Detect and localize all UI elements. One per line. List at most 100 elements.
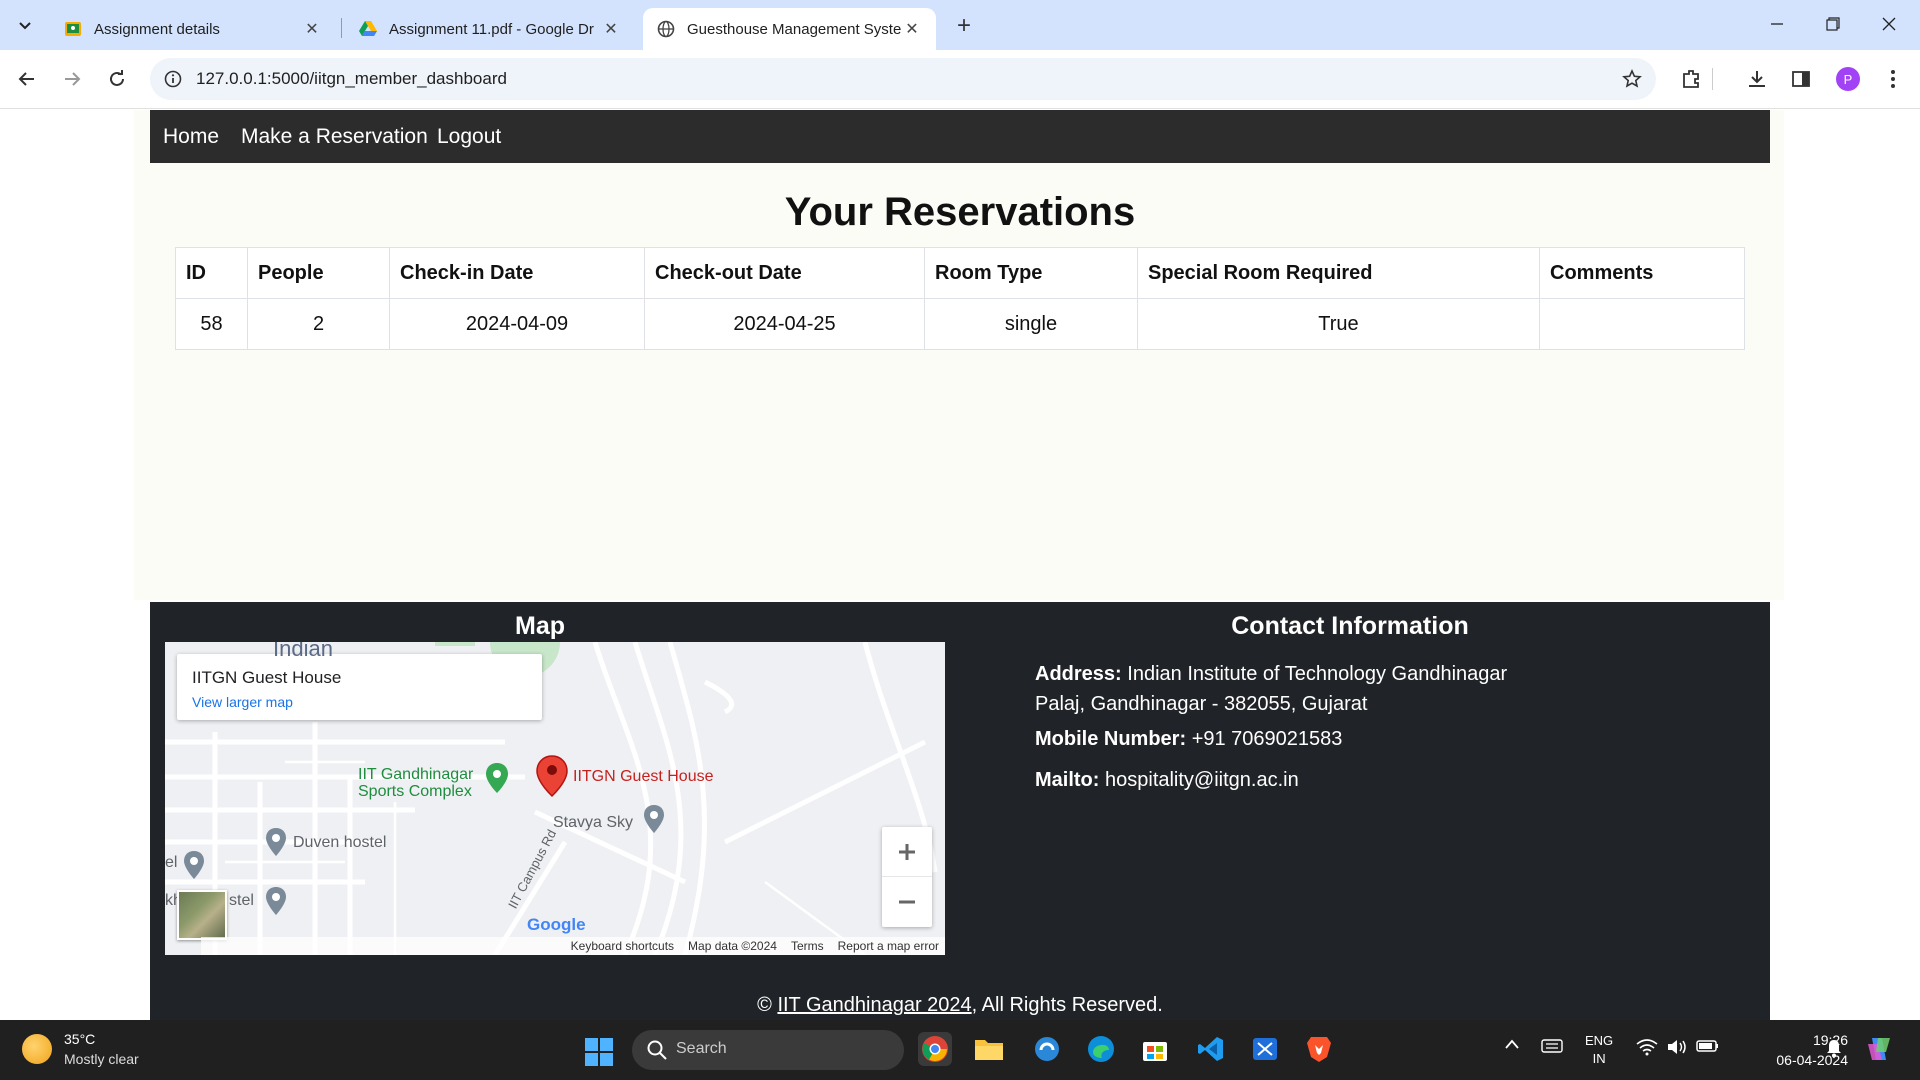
taskbar-search[interactable]: Search: [632, 1030, 904, 1070]
restore-icon: [1826, 17, 1840, 31]
edge-icon[interactable]: [1084, 1032, 1118, 1066]
embedded-map[interactable]: IITGN Guest House View larger map Indian…: [165, 642, 945, 955]
map-label-indian: Indian: [273, 642, 333, 661]
mail-address[interactable]: hospitality@iitgn.ac.in: [1105, 769, 1299, 791]
mobile-label: Mobile Number:: [1035, 728, 1187, 750]
map-data-text: Map data ©2024: [688, 939, 777, 953]
keyboard-icon[interactable]: [1541, 1038, 1563, 1057]
battery-icon[interactable]: [1696, 1038, 1720, 1057]
cell-check-out: 2024-04-25: [644, 298, 925, 350]
content-container: [134, 110, 1784, 600]
place-marker-icon: [266, 887, 286, 915]
cell-people: 2: [247, 298, 390, 350]
cell-comments: [1539, 298, 1745, 350]
chevron-down-icon: [19, 22, 31, 30]
place-marker-icon: [266, 828, 286, 856]
contact-heading: Contact Information: [1231, 612, 1469, 640]
tab-guesthouse-management[interactable]: Guesthouse Management Syste ✕: [643, 8, 936, 50]
close-icon[interactable]: ✕: [302, 19, 322, 39]
tab-title: Assignment details: [94, 20, 220, 38]
microsoft-store-icon[interactable]: [1138, 1032, 1172, 1066]
map-attribution-bar: Keyboard shortcuts Map data ©2024 Terms …: [200, 937, 945, 955]
weather-temperature[interactable]: 35°C: [64, 1031, 95, 1047]
mail-line: Mailto: hospitality@iitgn.ac.in: [1035, 769, 1299, 792]
keyboard-shortcuts-link[interactable]: Keyboard shortcuts: [571, 939, 674, 953]
url-text[interactable]: 127.0.0.1:5000/iitgn_member_dashboard: [196, 69, 507, 89]
copyright-symbol: ©: [757, 994, 772, 1016]
nav-logout-link[interactable]: Logout: [437, 125, 501, 149]
map-marker-icon[interactable]: [535, 754, 569, 798]
map-label-duven-hostel: Duven hostel: [293, 834, 387, 851]
reservations-table: ID People Check-in Date Check-out Date R…: [175, 247, 1745, 350]
terms-link[interactable]: Terms: [791, 939, 824, 953]
copyright-suffix: , All Rights Reserved.: [971, 994, 1163, 1016]
globe-icon: [657, 20, 675, 38]
weather-app-icon[interactable]: [1030, 1032, 1064, 1066]
address-text: Indian Institute of Technology Gandhinag…: [1127, 663, 1508, 685]
zoom-in-button[interactable]: [882, 827, 932, 877]
snipping-tool-icon[interactable]: [1248, 1032, 1282, 1066]
download-icon[interactable]: [1744, 66, 1770, 92]
close-icon[interactable]: ✕: [902, 19, 922, 39]
tab-assignment-pdf[interactable]: Assignment 11.pdf - Google Dr ✕: [345, 8, 635, 50]
map-label-guest-house: IITGN Guest House: [573, 768, 714, 785]
browser-tab-bar: Assignment details ✕ Assignment 11.pdf -…: [0, 0, 1920, 50]
cell-check-in: 2024-04-09: [389, 298, 645, 350]
map-label-sports-line-2: Sports Complex: [358, 783, 472, 800]
chrome-app-icon[interactable]: [918, 1032, 952, 1066]
reload-button[interactable]: [100, 62, 134, 96]
language-indicator[interactable]: ENG IN: [1585, 1032, 1613, 1068]
view-larger-map-link[interactable]: View larger map: [192, 694, 293, 710]
weather-icon[interactable]: [22, 1034, 52, 1064]
brave-icon[interactable]: [1302, 1032, 1336, 1066]
profile-avatar[interactable]: P: [1836, 67, 1860, 91]
copilot-icon[interactable]: [1864, 1034, 1894, 1067]
address-bar[interactable]: 127.0.0.1:5000/iitgn_member_dashboard: [150, 58, 1656, 100]
vscode-icon[interactable]: [1194, 1032, 1228, 1066]
chevron-up-icon[interactable]: [1504, 1038, 1520, 1053]
new-tab-button[interactable]: +: [950, 12, 978, 40]
column-header-id: ID: [175, 247, 248, 299]
cell-special-room: True: [1137, 298, 1540, 350]
more-menu-icon[interactable]: [1880, 66, 1906, 92]
minimize-button[interactable]: [1754, 8, 1800, 40]
column-header-check-in: Check-in Date: [389, 247, 645, 299]
nav-make-reservation-link[interactable]: Make a Reservation: [241, 125, 428, 149]
copyright: © IIT Gandhinagar 2024, All Rights Reser…: [150, 994, 1770, 1017]
close-icon[interactable]: ✕: [601, 19, 621, 39]
map-place-card: IITGN Guest House View larger map: [177, 654, 542, 720]
column-header-comments: Comments: [1539, 247, 1745, 299]
search-label: Search: [676, 1040, 727, 1057]
zoom-controls: [882, 827, 932, 927]
file-explorer-icon[interactable]: [972, 1032, 1006, 1066]
wifi-icon[interactable]: [1636, 1038, 1658, 1059]
satellite-layer-button[interactable]: [177, 890, 227, 940]
toolbar-divider: [1712, 68, 1713, 90]
region-code: IN: [1592, 1051, 1606, 1066]
map-label-stavya-sky: Stavya Sky: [553, 814, 634, 831]
iitgn-link[interactable]: IIT Gandhinagar 2024: [777, 994, 971, 1016]
nav-home-link[interactable]: Home: [163, 125, 219, 149]
restore-button[interactable]: [1810, 8, 1856, 40]
mail-label: Mailto:: [1035, 769, 1100, 791]
mobile-line: Mobile Number: +91 7069021583: [1035, 728, 1342, 751]
site-info-icon[interactable]: [162, 68, 184, 90]
close-icon: [1882, 17, 1896, 31]
tab-assignment-details[interactable]: Assignment details ✕: [50, 8, 336, 50]
weather-description[interactable]: Mostly clear: [64, 1051, 139, 1067]
zoom-out-button[interactable]: [882, 877, 932, 927]
map-heading: Map: [515, 612, 565, 640]
notification-bell-icon[interactable]: [1825, 1038, 1843, 1061]
park-marker-icon: [486, 763, 508, 793]
tab-search-button[interactable]: [9, 10, 41, 40]
windows-start-icon[interactable]: [585, 1038, 613, 1066]
volume-icon[interactable]: [1666, 1038, 1688, 1059]
side-panel-icon[interactable]: [1788, 66, 1814, 92]
extensions-icon[interactable]: [1678, 66, 1704, 92]
bookmark-star-icon[interactable]: [1620, 67, 1644, 91]
forward-button[interactable]: [55, 62, 89, 96]
close-window-button[interactable]: [1866, 8, 1912, 40]
cell-id: 58: [175, 298, 248, 350]
back-button[interactable]: [10, 62, 44, 96]
report-map-error-link[interactable]: Report a map error: [838, 939, 939, 953]
